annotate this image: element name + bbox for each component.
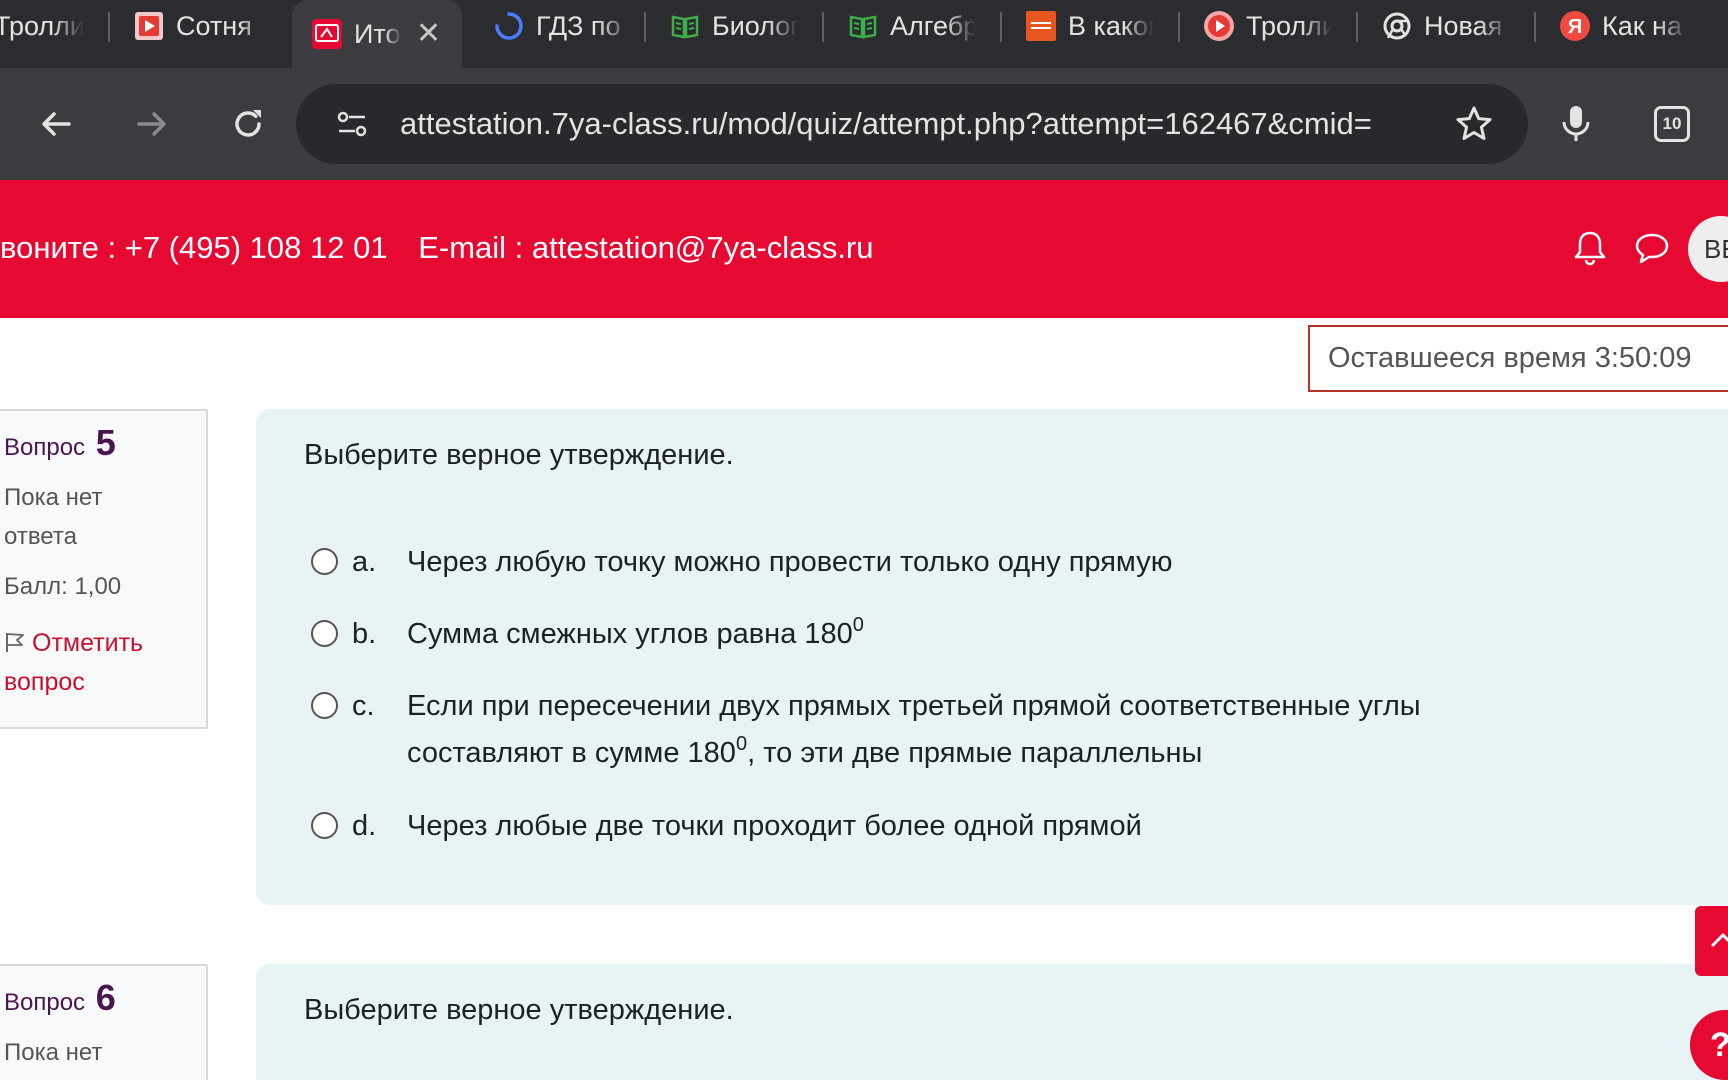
question-state: Пока нет ответа — [4, 484, 103, 550]
chrome-icon — [1382, 11, 1412, 41]
question-label: Вопрос — [4, 434, 86, 461]
answer-text[interactable]: Через любую точку можно провести только … — [407, 542, 1557, 582]
radio-button[interactable] — [311, 692, 338, 719]
question-text: Выберите верное утверждение. — [304, 994, 734, 1026]
timer-value: 3:50:09 — [1594, 342, 1692, 374]
red-play-icon — [1204, 11, 1234, 41]
question-number: Вопрос 5 — [4, 425, 206, 466]
degree-superscript: 0 — [735, 733, 748, 755]
browser-toolbar: attestation.7ya-class.ru/mod/quiz/attemp… — [0, 68, 1728, 180]
flag-question-link[interactable]: Отметить вопрос — [4, 624, 184, 702]
bookmark-star-icon[interactable] — [1446, 96, 1502, 152]
question-number: Вопрос 6 — [4, 980, 206, 1021]
microphone-icon[interactable] — [1548, 96, 1604, 152]
tab-itogovaya-active[interactable]: Итоговая ✕ — [292, 0, 462, 68]
answer-text-main: Сумма смежных углов равна 180 — [407, 618, 853, 650]
answer-option-a[interactable]: a. Через любую точку можно провести толь… — [311, 542, 1557, 582]
scroll-to-top-button[interactable] — [1695, 906, 1728, 976]
answer-letter: b. — [352, 618, 377, 650]
answer-letter: a. — [352, 546, 377, 578]
tab-sotnya[interactable]: Сотня — [134, 0, 274, 52]
question-grade: Балл: 1,00 — [4, 573, 122, 600]
tab-algebra[interactable]: Алгебра — [848, 0, 988, 52]
green-book-icon — [670, 11, 700, 41]
answer-option-b[interactable]: b. Сумма смежных углов равна 1800 — [311, 614, 1557, 654]
tab-title: Новая — [1424, 10, 1503, 41]
tab-title: Биология — [712, 10, 798, 41]
site-settings-icon[interactable] — [324, 96, 380, 152]
email-text: E-mail : attestation@7ya-class.ru — [418, 230, 874, 265]
answer-option-d[interactable]: d. Через любые две точки проходит более … — [311, 806, 1557, 846]
tab-switcher-button[interactable]: 10 — [1654, 106, 1690, 142]
question-label: Вопрос — [4, 989, 86, 1016]
question-state: Пока нет ответа — [4, 1039, 103, 1080]
tab-v-kakom[interactable]: В каком — [1026, 0, 1166, 52]
degree-superscript: 0 — [852, 614, 864, 636]
tab-biologiya[interactable]: Биология — [670, 0, 810, 52]
address-bar[interactable]: attestation.7ya-class.ru/mod/quiz/attemp… — [296, 84, 1528, 164]
kino-afisha-icon — [1026, 11, 1056, 41]
tab-title: Тролли — [1246, 10, 1332, 41]
question-content-5: Выберите верное утверждение. a. Через лю… — [256, 409, 1728, 905]
page: Тролли Сотня Итоговая ✕ ГДЗ по — [0, 0, 1728, 1080]
forward-arrow-icon[interactable] — [124, 96, 180, 152]
tab-separator — [1000, 12, 1002, 42]
loading-spinner-icon — [494, 11, 524, 41]
site-header: воните : +7 (495) 108 12 01 E-mail : att… — [0, 180, 1728, 318]
red-square-play-icon — [134, 11, 164, 41]
tab-title: Тролли — [0, 10, 84, 41]
question-number-value: 6 — [95, 977, 116, 1018]
answer-text[interactable]: Через любые две точки проходит более одн… — [407, 806, 1557, 846]
tab-separator — [822, 12, 824, 42]
tab-title: Сотня — [176, 10, 252, 41]
green-book-icon — [848, 11, 878, 41]
tab-kak-na[interactable]: Я Как на — [1560, 0, 1710, 52]
tab-gdz[interactable]: ГДЗ по — [494, 0, 634, 52]
yandex-icon: Я — [1560, 11, 1590, 41]
answer-text[interactable]: Сумма смежных углов равна 1800 — [407, 614, 1557, 654]
browser-tab-strip: Тролли Сотня Итоговая ✕ ГДЗ по — [0, 0, 1728, 68]
quiz-timer: Оставшееся время 3:50:09 — [1308, 325, 1728, 392]
answer-option-c[interactable]: c. Если при пересечении двух прямых трет… — [311, 686, 1557, 777]
tab-title: Как на — [1602, 10, 1682, 41]
tab-separator — [1178, 12, 1180, 42]
contact-info: воните : +7 (495) 108 12 01 E-mail : att… — [0, 230, 874, 266]
phone-text: воните : +7 (495) 108 12 01 — [0, 230, 388, 265]
tab-title: В каком — [1068, 10, 1154, 41]
close-tab-icon[interactable]: ✕ — [416, 19, 441, 49]
answer-letter: c. — [352, 690, 375, 722]
radio-button[interactable] — [311, 812, 338, 839]
chat-bubble-icon[interactable] — [1632, 228, 1672, 268]
answer-text-end: , то эти две прямые параллельны — [747, 737, 1203, 769]
tab-separator — [1356, 12, 1358, 42]
question-info-6: Вопрос 6 Пока нет ответа — [0, 964, 208, 1080]
timer-label: Оставшееся время — [1328, 342, 1587, 374]
tab-separator — [1534, 12, 1536, 42]
chevron-up-icon — [1711, 933, 1728, 947]
7ya-class-icon — [312, 19, 342, 49]
reload-icon[interactable] — [220, 96, 276, 152]
bell-icon[interactable] — [1570, 228, 1610, 268]
question-number-value: 5 — [95, 422, 116, 463]
tab-novaya[interactable]: Новая — [1382, 0, 1522, 52]
question-info-5: Вопрос 5 Пока нет ответа Балл: 1,00 Отме… — [0, 409, 208, 729]
radio-button[interactable] — [311, 548, 338, 575]
answer-text[interactable]: Если при пересечении двух прямых третьей… — [407, 683, 1557, 777]
question-content-6: Выберите верное утверждение. — [256, 964, 1728, 1080]
tab-title: Итоговая — [354, 18, 402, 49]
tab-trolli-2[interactable]: Тролли — [1204, 0, 1344, 52]
tab-separator — [108, 12, 110, 42]
back-arrow-icon[interactable] — [28, 96, 84, 152]
tab-title: ГДЗ по — [536, 10, 621, 41]
answer-letter: d. — [352, 810, 377, 842]
url-text[interactable]: attestation.7ya-class.ru/mod/quiz/attemp… — [400, 106, 1420, 142]
radio-button[interactable] — [311, 620, 338, 647]
tab-title: Алгебра — [890, 10, 976, 41]
tab-trolli-1[interactable]: Тролли — [0, 0, 90, 52]
flag-icon — [4, 626, 26, 652]
svg-text:Я: Я — [1568, 16, 1582, 38]
user-avatar[interactable]: ВЕ — [1688, 216, 1728, 282]
tab-separator — [644, 12, 646, 42]
question-text: Выберите верное утверждение. — [304, 439, 734, 471]
